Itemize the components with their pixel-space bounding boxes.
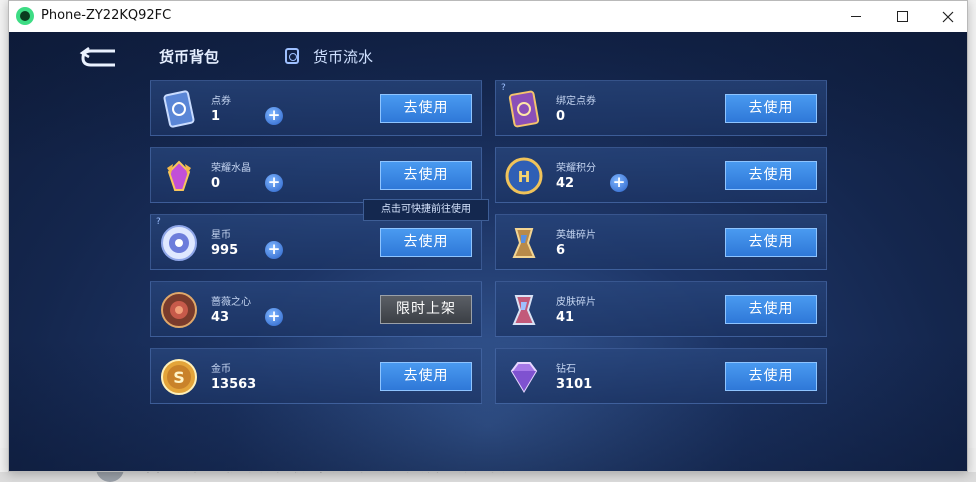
add-rose-heart-button[interactable]: + [265,308,283,326]
game-screen: 货币背包 货币流水 点券 1 + 去使用 荣耀水晶 0 + 去使用 ? 星币 9… [9,32,967,471]
use-crystal-button[interactable]: 去使用 [380,161,472,190]
ledger-icon [285,48,299,64]
tab-currency-bag[interactable]: 货币背包 [159,46,219,67]
close-button[interactable] [925,1,971,32]
crystal-icon [167,160,191,191]
currency-card-honor-points: H 荣耀积分 42 + 去使用 [495,147,827,203]
limited-time-button[interactable]: 限时上架 [380,295,472,324]
minimize-icon [851,16,861,17]
tab-currency-history[interactable]: 货币流水 [313,46,373,67]
currency-card-diamond: 钻石 3101 去使用 [495,348,827,404]
currency-value: 42 [556,176,575,191]
currency-name: 钻石 [556,364,576,375]
use-honor-points-button[interactable]: 去使用 [725,161,817,190]
currency-value: 41 [556,310,575,325]
currency-name: 金币 [211,364,231,375]
hero-fragment-icon [512,228,536,258]
star-coin-icon [161,225,197,261]
currency-card-coupon: 点券 1 + 去使用 [150,80,482,136]
use-hero-fragment-button[interactable]: 去使用 [725,228,817,257]
use-skin-fragment-button[interactable]: 去使用 [725,295,817,324]
currency-value: 13563 [211,377,257,392]
currency-value: 1 [211,109,221,124]
currency-card-gold-coin: S 金币 13563 去使用 [150,348,482,404]
rose-heart-icon [161,292,197,328]
currency-card-skin-fragment: 皮肤碎片 41 去使用 [495,281,827,337]
title-bar[interactable]: Phone-ZY22KQ92FC [9,1,967,32]
use-gold-coin-button[interactable]: 去使用 [380,362,472,391]
close-icon [942,11,954,22]
use-coupon-button[interactable]: 去使用 [380,94,472,123]
maximize-button[interactable] [879,1,925,32]
emulator-window: Phone-ZY22KQ92FC 货币背包 货币流水 点券 1 + 去使用 荣耀… [8,0,968,472]
skin-fragment-icon [512,295,536,325]
quick-use-tooltip: 点击可快捷前往使用 [363,199,489,221]
currency-card-star-coin: ? 星币 995 + 去使用 [150,214,482,270]
back-arrow-icon [79,46,115,67]
add-crystal-button[interactable]: + [265,174,283,192]
currency-name: 英雄碎片 [556,230,596,241]
currency-name: 绑定点券 [556,96,596,107]
currency-value: 995 [211,243,239,258]
maximize-icon [896,11,908,22]
bound-coupon-icon [508,90,540,128]
currency-card-crystal: 荣耀水晶 0 + 去使用 [150,147,482,203]
currency-value: 43 [211,310,230,325]
svg-text:S: S [173,368,185,387]
svg-text:H: H [518,168,531,186]
add-star-coin-button[interactable]: + [265,241,283,259]
currency-card-hero-fragment: 英雄碎片 6 去使用 [495,214,827,270]
coupon-icon [163,90,195,128]
currency-value: 0 [211,176,221,191]
add-honor-points-button[interactable]: + [610,174,628,192]
add-coupon-button[interactable]: + [265,107,283,125]
currency-card-bound-coupon: ? 绑定点券 0 去使用 [495,80,827,136]
use-bound-coupon-button[interactable]: 去使用 [725,94,817,123]
window-title: Phone-ZY22KQ92FC [41,8,172,23]
currency-name: 荣耀水晶 [211,163,251,174]
diamond-icon [510,362,538,393]
use-diamond-button[interactable]: 去使用 [725,362,817,391]
currency-name: 星币 [211,230,231,241]
use-star-coin-button[interactable]: 去使用 [380,228,472,257]
currency-value: 3101 [556,377,593,392]
currency-card-rose-heart: 蔷薇之心 43 + 限时上架 [150,281,482,337]
gold-coin-icon: S [161,359,197,395]
currency-value: 6 [556,243,566,258]
back-button[interactable] [79,46,119,69]
honor-points-icon: H [505,157,543,195]
currency-name: 皮肤碎片 [556,297,596,308]
minimize-button[interactable] [833,1,879,32]
android-icon [16,7,34,25]
currency-value: 0 [556,109,566,124]
currency-name: 点券 [211,96,231,107]
currency-name: 荣耀积分 [556,163,596,174]
currency-name: 蔷薇之心 [211,297,251,308]
